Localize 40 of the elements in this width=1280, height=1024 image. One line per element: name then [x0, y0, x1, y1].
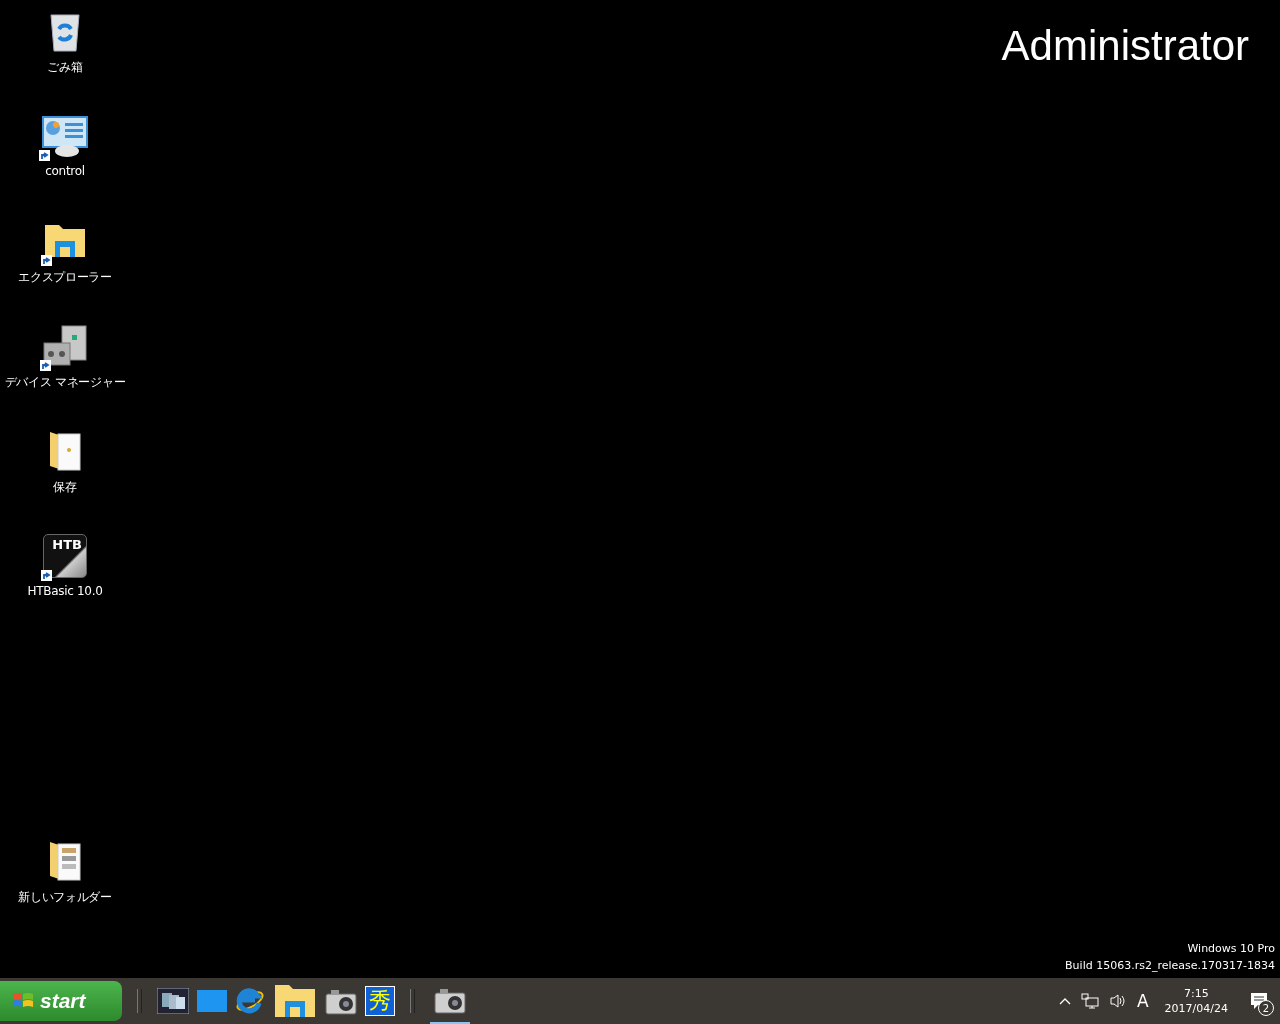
folder-icon — [43, 223, 87, 259]
shortcut-arrow-icon — [41, 255, 52, 266]
shortcut-arrow-icon — [40, 360, 51, 371]
speaker-icon[interactable] — [1108, 993, 1127, 1009]
version-text: Windows 10 Pro — [1187, 941, 1275, 957]
app-icon: HTB — [43, 534, 87, 578]
chevron-up-icon[interactable] — [1058, 997, 1071, 1005]
folder-icon — [48, 840, 82, 882]
notification-count: 2 — [1258, 1000, 1274, 1016]
desktop-icon[interactable]: HTB HTBasic 10.0 — [0, 531, 130, 613]
browser-e-icon[interactable] — [235, 986, 265, 1016]
desktop-icon[interactable]: control — [0, 111, 130, 193]
desktop-icon[interactable]: 保存 — [0, 426, 130, 508]
folder-icon — [273, 983, 317, 1019]
icon-label: エクスプローラー — [18, 269, 112, 286]
app-icon[interactable]: 秀 — [365, 986, 395, 1016]
folder-icon — [48, 430, 82, 472]
desktop-icon[interactable]: ごみ箱 — [0, 6, 130, 88]
icon-label: 保存 — [53, 479, 77, 496]
icon-label: HTBasic 10.0 — [27, 584, 103, 598]
ime-indicator[interactable]: A — [1136, 991, 1149, 1011]
desktop-icon[interactable]: 新しいフォルダー — [0, 836, 130, 918]
icon-label: 新しいフォルダー — [18, 889, 112, 906]
computer-hardware-icon — [42, 325, 88, 367]
desktop-icon[interactable]: デバイス マネージャー — [0, 321, 130, 403]
clock[interactable]: 7:15 2017/04/24 — [1164, 986, 1228, 1016]
windows-switch-icon[interactable] — [157, 988, 189, 1014]
notification-button[interactable]: 2 — [1244, 986, 1274, 1016]
desktop-icon[interactable]: エクスプローラー — [0, 216, 130, 298]
control-panel-icon — [41, 115, 89, 157]
camera-icon[interactable] — [325, 987, 357, 1015]
shortcut-arrow-icon — [39, 150, 50, 161]
network-icon[interactable] — [1080, 993, 1099, 1009]
icon-label: control — [45, 164, 85, 178]
icon-label: デバイス マネージャー — [4, 374, 126, 391]
version-text: Build 15063.rs2_release.170317-1834 — [1065, 958, 1275, 974]
user-name: Administrator — [1001, 22, 1249, 70]
icon-label: ごみ箱 — [47, 59, 83, 76]
camera-icon[interactable] — [434, 986, 466, 1014]
shortcut-arrow-icon — [41, 570, 52, 581]
